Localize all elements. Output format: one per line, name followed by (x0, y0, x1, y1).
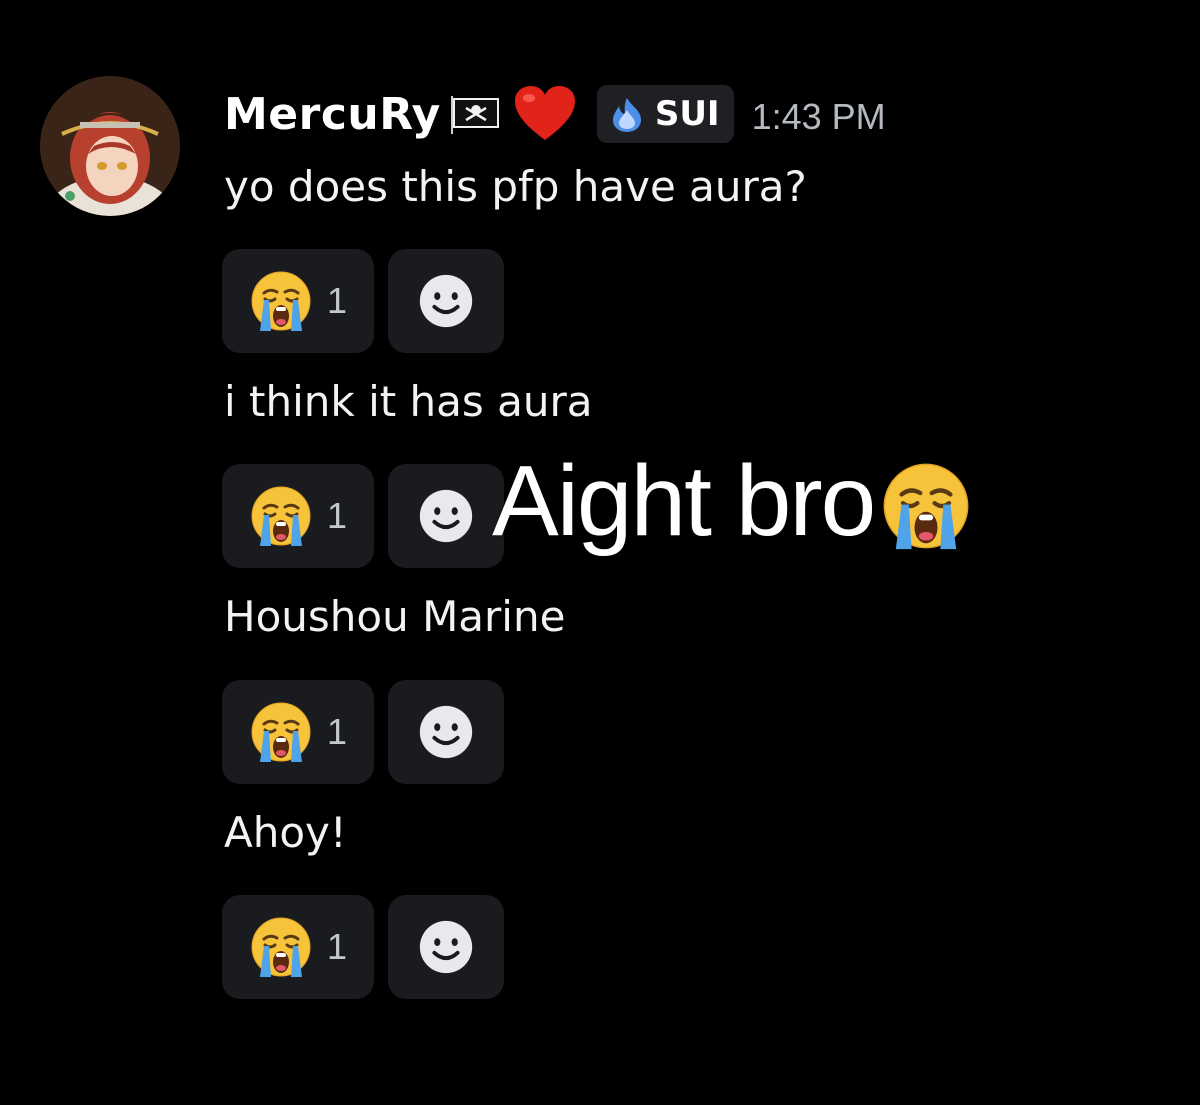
reaction-bar: 1 (222, 895, 504, 999)
reaction-count: 1 (326, 926, 348, 967)
server-tag-label: SUI (654, 94, 720, 134)
reaction-count: 1 (326, 280, 348, 321)
reaction-pill[interactable]: 1 (222, 249, 374, 353)
overlay-caption: Aight bro (492, 444, 972, 559)
message-text: Ahoy! (224, 808, 347, 857)
timestamp: 1:43 PM (751, 96, 886, 137)
message-header: MercuRy SUI 1:43 PM (224, 78, 886, 150)
avatar[interactable] (40, 76, 180, 216)
reaction-count: 1 (326, 495, 348, 536)
overlay-caption-text: Aight bro (492, 445, 876, 557)
reaction-count: 1 (326, 711, 348, 752)
reaction-bar: 1 (222, 464, 504, 568)
add-reaction-button[interactable] (388, 680, 504, 784)
loudly-crying-face-icon (249, 915, 313, 979)
server-tag[interactable]: SUI (596, 85, 734, 143)
add-reaction-button[interactable] (388, 895, 504, 999)
reaction-pill[interactable]: 1 (222, 680, 374, 784)
username[interactable]: MercuRy (224, 89, 441, 140)
add-reaction-smiley-icon (415, 916, 477, 978)
reaction-pill[interactable]: 1 (222, 464, 374, 568)
add-reaction-button[interactable] (388, 249, 504, 353)
add-reaction-button[interactable] (388, 464, 504, 568)
add-reaction-smiley-icon (415, 270, 477, 332)
reaction-bar: 1 (222, 680, 504, 784)
loudly-crying-face-icon (249, 269, 313, 333)
red-heart-icon (513, 84, 577, 144)
message-text: i think it has aura (224, 377, 593, 426)
message-text: Houshou Marine (224, 592, 566, 641)
add-reaction-smiley-icon (415, 485, 477, 547)
message-text: yo does this pfp have aura? (224, 162, 807, 211)
pirate-flag-icon (449, 94, 503, 134)
reaction-bar: 1 (222, 249, 504, 353)
blue-flame-icon (607, 94, 647, 134)
loudly-crying-face-icon (880, 460, 972, 552)
add-reaction-smiley-icon (415, 701, 477, 763)
pirate-anime-girl-avatar-icon (40, 76, 180, 216)
reaction-pill[interactable]: 1 (222, 895, 374, 999)
loudly-crying-face-icon (249, 484, 313, 548)
loudly-crying-face-icon (249, 700, 313, 764)
